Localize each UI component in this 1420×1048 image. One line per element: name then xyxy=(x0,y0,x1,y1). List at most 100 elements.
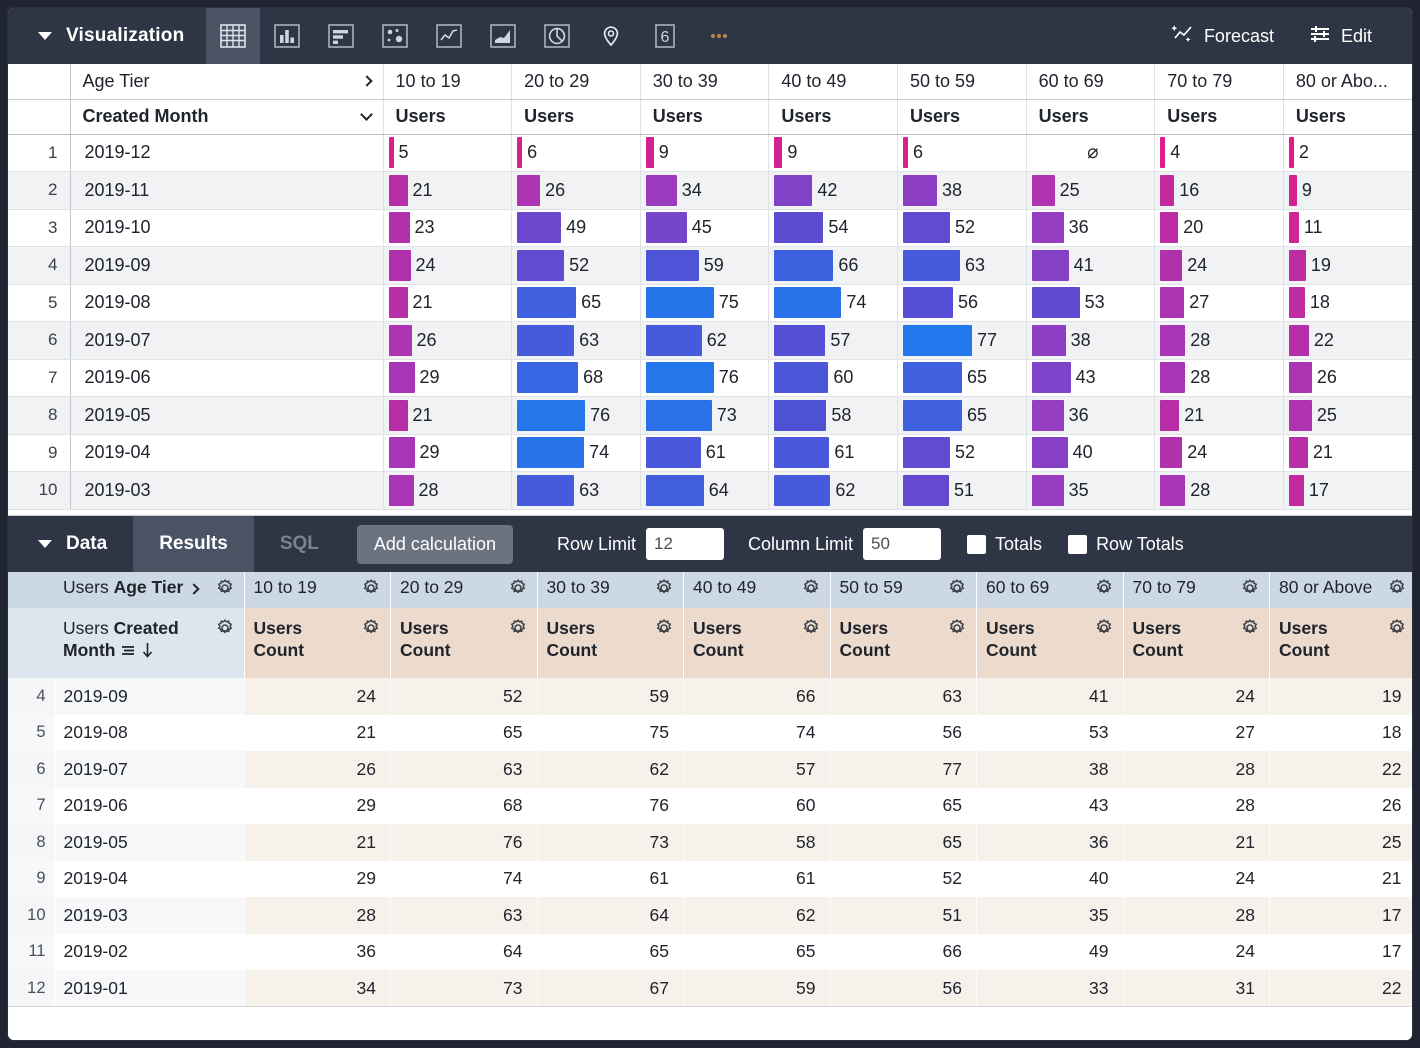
vis-data-cell[interactable]: 36 xyxy=(1026,397,1155,435)
results-data-cell[interactable]: 29 xyxy=(244,788,391,825)
results-data-cell[interactable]: 66 xyxy=(830,934,977,971)
gear-icon[interactable] xyxy=(1387,578,1407,603)
results-age-tier-header[interactable]: 20 to 29 xyxy=(391,572,538,608)
pie-chart-icon[interactable] xyxy=(530,8,584,64)
row-limit-input[interactable] xyxy=(646,528,724,560)
results-data-cell[interactable]: 65 xyxy=(391,715,538,752)
vis-age-tier-header[interactable]: 20 to 29 xyxy=(512,64,641,99)
vis-data-cell[interactable]: 29 xyxy=(383,359,512,397)
gear-icon[interactable] xyxy=(1094,578,1114,603)
results-data-cell[interactable]: 61 xyxy=(537,861,684,898)
tab-sql[interactable]: SQL xyxy=(254,516,345,572)
results-data-cell[interactable]: 24 xyxy=(244,678,391,715)
vis-data-cell[interactable]: 11 xyxy=(1283,209,1412,247)
gear-icon[interactable] xyxy=(801,618,821,643)
table-row[interactable]: 62019-072663625777382822 xyxy=(8,322,1412,360)
vis-data-cell[interactable]: 57 xyxy=(769,322,898,360)
vis-measure-header[interactable]: Users xyxy=(640,99,769,134)
totals-checkbox[interactable]: Totals xyxy=(967,534,1042,555)
vis-data-cell[interactable]: 43 xyxy=(1026,359,1155,397)
filter-icon[interactable] xyxy=(120,640,136,660)
vis-data-cell[interactable]: 38 xyxy=(1026,322,1155,360)
gear-icon[interactable] xyxy=(947,618,967,643)
vis-data-cell[interactable]: 6 xyxy=(512,134,641,172)
results-data-cell[interactable]: 65 xyxy=(684,934,831,971)
vis-age-tier-header[interactable]: 60 to 69 xyxy=(1026,64,1155,99)
vis-data-cell[interactable]: 62 xyxy=(640,322,769,360)
add-calculation-button[interactable]: Add calculation xyxy=(357,525,513,564)
gear-icon[interactable] xyxy=(1094,618,1114,643)
results-pivot-header[interactable]: Users Age Tier xyxy=(54,572,244,608)
results-data-cell[interactable]: 38 xyxy=(977,751,1124,788)
vis-data-cell[interactable]: 52 xyxy=(897,434,1026,472)
results-data-cell[interactable]: 22 xyxy=(1270,751,1413,788)
results-data-cell[interactable]: 34 xyxy=(244,970,391,1007)
vis-age-tier-header[interactable]: 30 to 39 xyxy=(640,64,769,99)
vis-pivot-header[interactable]: Age Tier xyxy=(70,64,383,99)
visualization-section-toggle[interactable]: Visualization xyxy=(8,8,206,64)
results-data-cell[interactable]: 65 xyxy=(830,824,977,861)
results-data-cell[interactable]: 63 xyxy=(391,897,538,934)
results-measure-header[interactable]: UsersCount xyxy=(1270,608,1413,678)
results-data-cell[interactable]: 36 xyxy=(977,824,1124,861)
results-row-label[interactable]: 2019-08 xyxy=(54,715,244,752)
results-data-cell[interactable]: 21 xyxy=(1123,824,1270,861)
results-measure-header[interactable]: UsersCount xyxy=(244,608,391,678)
results-data-cell[interactable]: 41 xyxy=(977,678,1124,715)
vis-data-cell[interactable]: 66 xyxy=(769,247,898,285)
vis-data-cell[interactable]: 9 xyxy=(640,134,769,172)
gear-icon[interactable] xyxy=(801,578,821,603)
results-data-cell[interactable]: 61 xyxy=(684,861,831,898)
vis-data-cell[interactable]: 28 xyxy=(1155,472,1284,510)
vis-data-cell[interactable]: 20 xyxy=(1155,209,1284,247)
results-row-label[interactable]: 2019-05 xyxy=(54,824,244,861)
vis-age-tier-header[interactable]: 50 to 59 xyxy=(897,64,1026,99)
line-chart-icon[interactable] xyxy=(422,8,476,64)
table-row[interactable]: 92019-042974616152402421 xyxy=(8,434,1412,472)
results-data-cell[interactable]: 31 xyxy=(1123,970,1270,1007)
arrow-down-icon[interactable] xyxy=(141,640,154,660)
table-row[interactable]: 62019-072663625777382822 xyxy=(8,751,1412,788)
results-row-label[interactable]: 2019-07 xyxy=(54,751,244,788)
results-data-cell[interactable]: 64 xyxy=(391,934,538,971)
row-totals-checkbox[interactable]: Row Totals xyxy=(1068,534,1184,555)
vis-data-cell[interactable]: 61 xyxy=(769,434,898,472)
gear-icon[interactable] xyxy=(215,618,235,643)
gear-icon[interactable] xyxy=(654,618,674,643)
area-chart-icon[interactable] xyxy=(476,8,530,64)
results-measure-header[interactable]: UsersCount xyxy=(1123,608,1270,678)
gear-icon[interactable] xyxy=(947,578,967,603)
results-data-cell[interactable]: 62 xyxy=(684,897,831,934)
vis-data-cell[interactable]: 74 xyxy=(769,284,898,322)
vis-data-cell[interactable]: 23 xyxy=(383,209,512,247)
vis-data-cell[interactable]: 61 xyxy=(640,434,769,472)
results-age-tier-header[interactable]: 30 to 39 xyxy=(537,572,684,608)
results-age-tier-header[interactable]: 70 to 79 xyxy=(1123,572,1270,608)
results-data-cell[interactable]: 52 xyxy=(830,861,977,898)
results-row-label[interactable]: 2019-09 xyxy=(54,678,244,715)
vis-data-cell[interactable]: 74 xyxy=(512,434,641,472)
results-age-tier-header[interactable]: 10 to 19 xyxy=(244,572,391,608)
vis-data-cell[interactable]: 18 xyxy=(1283,284,1412,322)
vis-data-cell[interactable]: 25 xyxy=(1283,397,1412,435)
vis-data-cell[interactable]: 24 xyxy=(1155,247,1284,285)
results-data-cell[interactable]: 26 xyxy=(1270,788,1413,825)
gear-icon[interactable] xyxy=(508,578,528,603)
vis-row-label[interactable]: 2019-05 xyxy=(70,397,383,435)
vis-data-cell[interactable]: 40 xyxy=(1026,434,1155,472)
vis-data-cell[interactable]: 24 xyxy=(1155,434,1284,472)
table-row[interactable]: 72019-062968766065432826 xyxy=(8,359,1412,397)
vis-data-cell[interactable]: 42 xyxy=(769,172,898,210)
vis-data-cell[interactable]: 60 xyxy=(769,359,898,397)
vis-measure-header[interactable]: Users xyxy=(769,99,898,134)
results-data-cell[interactable]: 17 xyxy=(1270,934,1413,971)
results-row-label[interactable]: 2019-02 xyxy=(54,934,244,971)
vis-data-cell[interactable]: 41 xyxy=(1026,247,1155,285)
results-data-cell[interactable]: 56 xyxy=(830,970,977,1007)
vis-row-label[interactable]: 2019-10 xyxy=(70,209,383,247)
vis-data-cell[interactable]: 26 xyxy=(1283,359,1412,397)
vis-data-cell[interactable]: 26 xyxy=(512,172,641,210)
vis-data-cell[interactable]: 56 xyxy=(897,284,1026,322)
more-options-icon[interactable] xyxy=(692,8,746,64)
results-data-cell[interactable]: 66 xyxy=(684,678,831,715)
